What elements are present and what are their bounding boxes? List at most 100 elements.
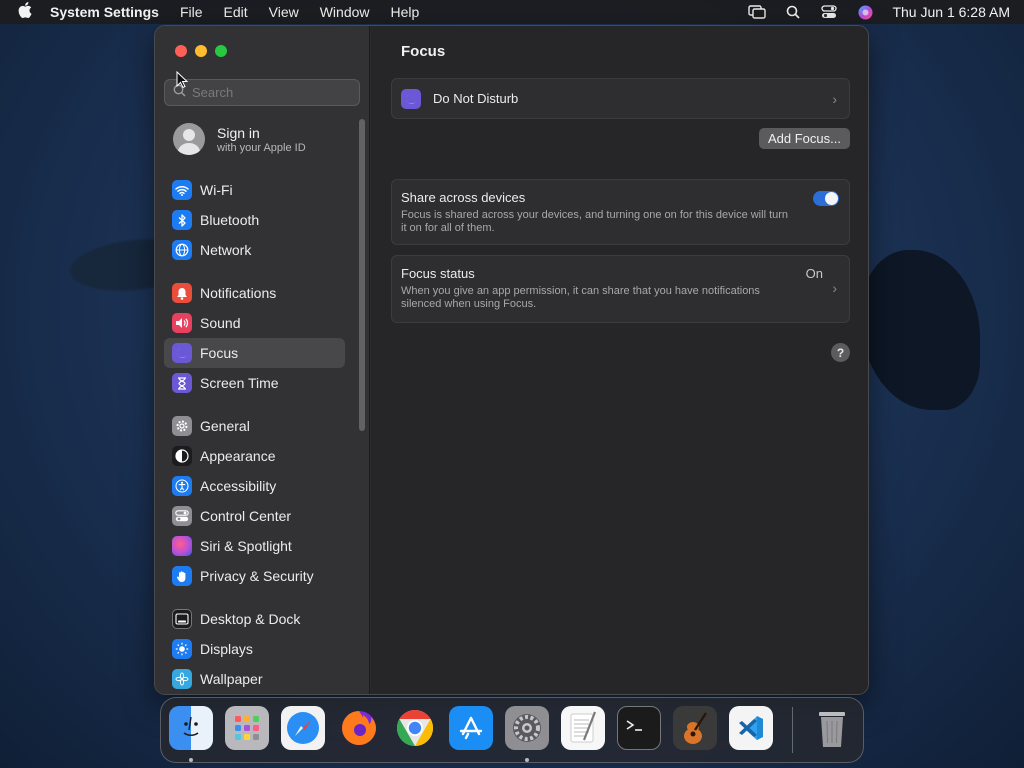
focus-status-description: When you give an app permission, it can … xyxy=(401,285,760,310)
sidebar-item-siri-spotlight[interactable]: Siri & Spotlight xyxy=(164,531,345,561)
globe-icon xyxy=(172,240,192,260)
dock-icon xyxy=(172,609,192,629)
system-settings-icon[interactable] xyxy=(505,706,549,750)
sidebar-item-notifications[interactable]: Notifications xyxy=(164,278,345,308)
terminal-icon[interactable] xyxy=(617,706,661,750)
hand-icon xyxy=(172,566,192,586)
sidebar-item-label: Desktop & Dock xyxy=(200,611,301,627)
menu-edit[interactable]: Edit xyxy=(224,4,248,20)
moon-icon xyxy=(401,88,421,109)
sidebar-item-label: Sound xyxy=(200,315,241,331)
apple-id-sign-in[interactable]: Sign in with your Apple ID xyxy=(173,123,306,155)
sidebar-item-screen-time[interactable]: Screen Time xyxy=(164,368,345,398)
menu-window[interactable]: Window xyxy=(320,4,370,20)
sidebar-group-display: Desktop & Dock Displays Wallpaper xyxy=(164,604,345,694)
sidebar-item-network[interactable]: Network xyxy=(164,235,345,265)
sidebar-item-label: Wi-Fi xyxy=(200,182,233,198)
sidebar-item-privacy-security[interactable]: Privacy & Security xyxy=(164,561,345,591)
sidebar-item-focus[interactable]: Focus xyxy=(164,338,345,368)
gear-icon xyxy=(172,416,192,436)
chrome-icon[interactable] xyxy=(393,706,437,750)
running-indicator xyxy=(189,758,193,762)
share-across-devices-toggle[interactable] xyxy=(813,191,839,206)
sidebar-item-label: Siri & Spotlight xyxy=(200,538,292,554)
menu-bar: System Settings File Edit View Window He… xyxy=(0,0,1024,24)
control-center-menu-icon[interactable] xyxy=(820,5,838,19)
garageband-icon[interactable] xyxy=(673,706,717,750)
spotlight-search-icon[interactable] xyxy=(784,5,802,19)
app-store-icon[interactable] xyxy=(449,706,493,750)
dock xyxy=(160,697,864,763)
screen-mirroring-icon[interactable] xyxy=(748,5,767,19)
moon-icon xyxy=(172,343,192,363)
accessibility-icon xyxy=(172,476,192,496)
sidebar-item-appearance[interactable]: Appearance xyxy=(164,441,345,471)
sign-in-title: Sign in xyxy=(217,124,260,141)
sidebar-item-desktop-dock[interactable]: Desktop & Dock xyxy=(164,604,345,634)
sidebar-item-wallpaper[interactable]: Wallpaper xyxy=(164,664,345,694)
control-center-icon xyxy=(172,506,192,526)
do-not-disturb-label: Do Not Disturb xyxy=(433,91,519,106)
focus-status-row[interactable]: Focus status When you give an app permis… xyxy=(391,255,850,323)
desktop-island-right xyxy=(860,250,980,410)
sidebar-search[interactable] xyxy=(164,79,360,106)
bluetooth-icon xyxy=(172,210,192,230)
focus-status-title: Focus status xyxy=(401,266,475,281)
appearance-icon xyxy=(172,446,192,466)
sidebar-item-wifi[interactable]: Wi-Fi xyxy=(164,175,345,205)
menu-help[interactable]: Help xyxy=(391,4,420,20)
trash-icon[interactable] xyxy=(810,706,854,750)
launchpad-icon[interactable] xyxy=(225,706,269,750)
wifi-icon xyxy=(172,180,192,200)
sign-in-subtitle: with your Apple ID xyxy=(217,141,306,154)
focus-status-value: On xyxy=(805,266,823,281)
window-controls xyxy=(175,45,227,57)
zoom-window-button[interactable] xyxy=(215,45,227,57)
speaker-icon xyxy=(172,313,192,333)
sidebar-scrollbar[interactable] xyxy=(359,119,365,431)
chevron-right-icon: › xyxy=(832,90,837,107)
minimize-window-button[interactable] xyxy=(195,45,207,57)
sidebar-item-label: Accessibility xyxy=(200,478,277,494)
close-window-button[interactable] xyxy=(175,45,187,57)
siri-icon xyxy=(172,536,192,556)
sidebar-item-label: Privacy & Security xyxy=(200,568,314,584)
sidebar-item-general[interactable]: General xyxy=(164,411,345,441)
sidebar-item-accessibility[interactable]: Accessibility xyxy=(164,471,345,501)
do-not-disturb-row[interactable]: Do Not Disturb › xyxy=(391,78,850,119)
textedit-icon[interactable] xyxy=(561,706,605,750)
safari-icon[interactable] xyxy=(281,706,325,750)
sidebar-item-label: Control Center xyxy=(200,508,292,524)
menu-clock[interactable]: Thu Jun 1 6:28 AM xyxy=(892,4,1010,20)
focus-pane: Focus Do Not Disturb › Add Focus... Shar… xyxy=(371,26,868,694)
sidebar-item-label: Appearance xyxy=(200,448,276,464)
share-across-devices-description: Focus is shared across your devices, and… xyxy=(401,209,789,234)
sidebar-item-label: Wallpaper xyxy=(200,671,263,687)
menu-app-name[interactable]: System Settings xyxy=(50,4,159,20)
sidebar-group-system: General Appearance Accessibility Control… xyxy=(164,411,345,591)
sidebar-item-control-center[interactable]: Control Center xyxy=(164,501,345,531)
sidebar-item-displays[interactable]: Displays xyxy=(164,634,345,664)
mouse-cursor-icon xyxy=(176,71,188,89)
siri-menu-icon[interactable] xyxy=(856,5,874,19)
menu-view[interactable]: View xyxy=(269,4,299,20)
add-focus-button[interactable]: Add Focus... xyxy=(759,128,850,149)
help-button[interactable]: ? xyxy=(831,343,850,362)
chevron-right-icon: › xyxy=(832,280,837,296)
sidebar-item-sound[interactable]: Sound xyxy=(164,308,345,338)
finder-icon[interactable] xyxy=(169,706,213,750)
sidebar-item-bluetooth[interactable]: Bluetooth xyxy=(164,205,345,235)
dock-separator xyxy=(792,707,793,753)
firefox-icon[interactable] xyxy=(337,706,381,750)
menu-file[interactable]: File xyxy=(180,4,203,20)
share-across-devices-card: Share across devices Focus is shared acr… xyxy=(391,179,850,245)
sidebar-item-label: General xyxy=(200,418,250,434)
avatar xyxy=(173,123,205,155)
search-input[interactable] xyxy=(192,85,352,100)
page-title: Focus xyxy=(401,43,446,60)
apple-menu-icon[interactable] xyxy=(14,1,36,23)
system-settings-window: Sign in with your Apple ID Wi-Fi Bluetoo… xyxy=(154,25,869,695)
sidebar-item-label: Notifications xyxy=(200,285,277,301)
vscode-icon[interactable] xyxy=(729,706,773,750)
running-indicator xyxy=(525,758,529,762)
